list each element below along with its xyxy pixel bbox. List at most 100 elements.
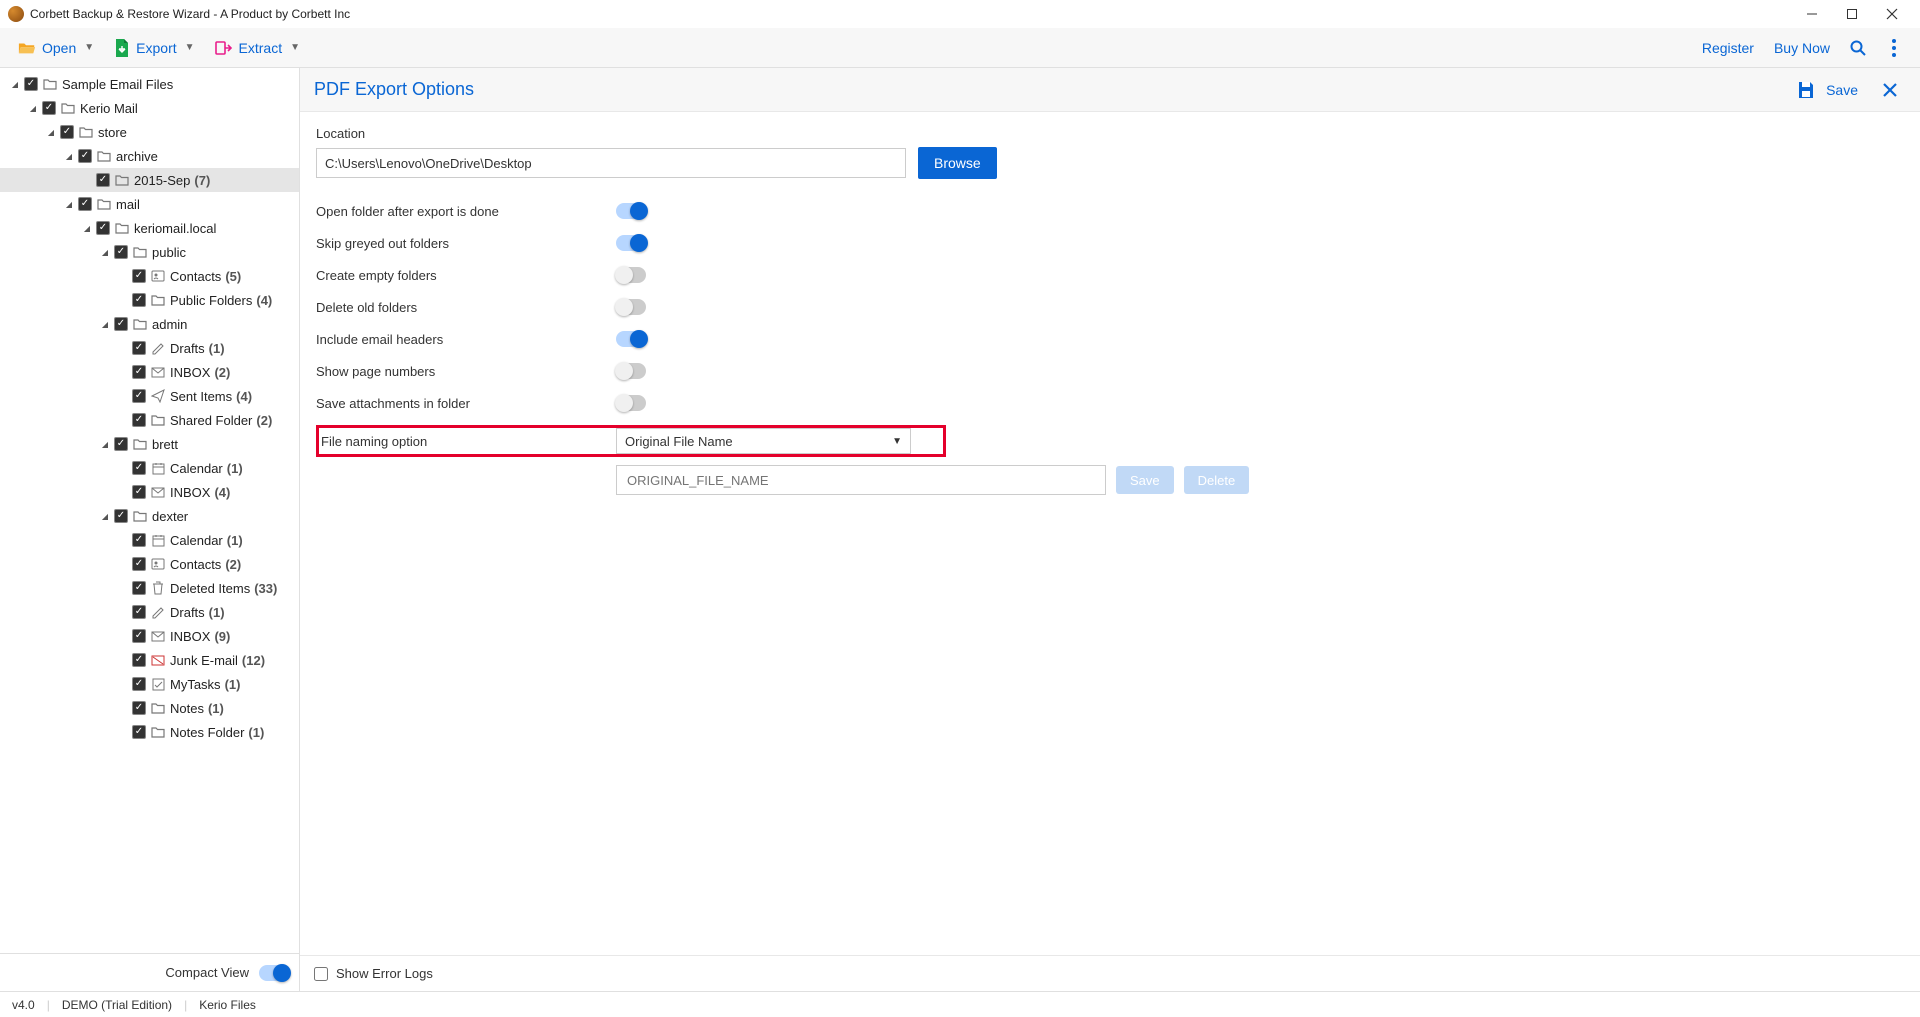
tree-node[interactable]: Drafts (1) bbox=[0, 600, 299, 624]
close-panel-icon[interactable] bbox=[1874, 74, 1906, 106]
filename-pattern-input[interactable] bbox=[616, 465, 1106, 495]
save-icon[interactable] bbox=[1790, 74, 1822, 106]
tree-checkbox[interactable] bbox=[132, 725, 146, 739]
collapse-icon[interactable]: ◢ bbox=[62, 200, 76, 209]
tree-checkbox[interactable] bbox=[114, 317, 128, 331]
browse-button[interactable]: Browse bbox=[918, 147, 997, 179]
tree-node[interactable]: ◢Kerio Mail bbox=[0, 96, 299, 120]
tree-node[interactable]: MyTasks (1) bbox=[0, 672, 299, 696]
tree-node[interactable]: Contacts (2) bbox=[0, 552, 299, 576]
tree-node[interactable]: ◢public bbox=[0, 240, 299, 264]
option-toggle-open-after[interactable] bbox=[616, 203, 646, 219]
tree-checkbox[interactable] bbox=[132, 341, 146, 355]
minimize-button[interactable] bbox=[1792, 0, 1832, 28]
tree-node[interactable]: INBOX (4) bbox=[0, 480, 299, 504]
tree-node[interactable]: Notes Folder (1) bbox=[0, 720, 299, 744]
tree-node[interactable]: Notes (1) bbox=[0, 696, 299, 720]
tree-checkbox[interactable] bbox=[132, 389, 146, 403]
tree-checkbox[interactable] bbox=[132, 629, 146, 643]
folder-tree[interactable]: ◢Sample Email Files◢Kerio Mail◢store◢arc… bbox=[0, 68, 299, 953]
location-input[interactable] bbox=[316, 148, 906, 178]
collapse-icon[interactable]: ◢ bbox=[26, 104, 40, 113]
pattern-delete-button[interactable]: Delete bbox=[1184, 466, 1250, 494]
collapse-icon[interactable]: ◢ bbox=[8, 80, 22, 89]
option-toggle-delete-old[interactable] bbox=[616, 299, 646, 315]
collapse-icon[interactable]: ◢ bbox=[44, 128, 58, 137]
compact-view-toggle[interactable] bbox=[259, 965, 289, 981]
folder-icon bbox=[150, 292, 166, 308]
tree-checkbox[interactable] bbox=[132, 701, 146, 715]
open-menu[interactable]: Open ▼ bbox=[8, 34, 104, 62]
collapse-icon[interactable]: ◢ bbox=[98, 512, 112, 521]
tree-checkbox[interactable] bbox=[60, 125, 74, 139]
search-icon[interactable] bbox=[1840, 30, 1876, 66]
tree-checkbox[interactable] bbox=[132, 557, 146, 571]
tree-label: Notes Folder bbox=[170, 725, 244, 740]
tree-checkbox[interactable] bbox=[132, 365, 146, 379]
tree-checkbox[interactable] bbox=[42, 101, 56, 115]
inbox-icon bbox=[150, 364, 166, 380]
tree-node[interactable]: Sent Items (4) bbox=[0, 384, 299, 408]
tree-node[interactable]: Junk E-mail (12) bbox=[0, 648, 299, 672]
register-link[interactable]: Register bbox=[1692, 34, 1764, 62]
tree-node[interactable]: Contacts (5) bbox=[0, 264, 299, 288]
collapse-icon[interactable]: ◢ bbox=[98, 248, 112, 257]
more-menu-icon[interactable] bbox=[1876, 30, 1912, 66]
tree-checkbox[interactable] bbox=[114, 437, 128, 451]
collapse-icon[interactable]: ◢ bbox=[98, 440, 112, 449]
tree-node[interactable]: ◢dexter bbox=[0, 504, 299, 528]
tree-node[interactable]: Drafts (1) bbox=[0, 336, 299, 360]
tree-checkbox[interactable] bbox=[132, 485, 146, 499]
tree-node[interactable]: INBOX (9) bbox=[0, 624, 299, 648]
file-naming-select[interactable]: Original File Name ▼ bbox=[616, 428, 911, 454]
tree-checkbox[interactable] bbox=[132, 269, 146, 283]
tree-checkbox[interactable] bbox=[132, 413, 146, 427]
tree-node[interactable]: ◢brett bbox=[0, 432, 299, 456]
tree-checkbox[interactable] bbox=[96, 221, 110, 235]
buy-now-link[interactable]: Buy Now bbox=[1764, 34, 1840, 62]
tree-node[interactable]: Calendar (1) bbox=[0, 528, 299, 552]
maximize-button[interactable] bbox=[1832, 0, 1872, 28]
option-toggle-attachments[interactable] bbox=[616, 395, 646, 411]
option-toggle-empty[interactable] bbox=[616, 267, 646, 283]
collapse-icon[interactable]: ◢ bbox=[98, 320, 112, 329]
option-toggle-page-nums[interactable] bbox=[616, 363, 646, 379]
tree-checkbox[interactable] bbox=[132, 677, 146, 691]
tree-node[interactable]: ◢mail bbox=[0, 192, 299, 216]
tree-node[interactable]: ◢Sample Email Files bbox=[0, 72, 299, 96]
tree-checkbox[interactable] bbox=[132, 293, 146, 307]
option-toggle-skip-grey[interactable] bbox=[616, 235, 646, 251]
export-menu[interactable]: Export ▼ bbox=[104, 33, 204, 63]
option-label: Delete old folders bbox=[316, 300, 616, 315]
tree-node[interactable]: Public Folders (4) bbox=[0, 288, 299, 312]
trash-icon bbox=[150, 580, 166, 596]
save-link[interactable]: Save bbox=[1826, 82, 1858, 98]
extract-menu[interactable]: Extract ▼ bbox=[205, 34, 310, 62]
tree-checkbox[interactable] bbox=[78, 197, 92, 211]
tree-checkbox[interactable] bbox=[132, 605, 146, 619]
tree-checkbox[interactable] bbox=[24, 77, 38, 91]
tree-node[interactable]: Shared Folder (2) bbox=[0, 408, 299, 432]
tree-checkbox[interactable] bbox=[132, 461, 146, 475]
tree-node[interactable]: 2015-Sep (7) bbox=[0, 168, 299, 192]
tree-node[interactable]: Deleted Items (33) bbox=[0, 576, 299, 600]
tree-node[interactable]: ◢keriomail.local bbox=[0, 216, 299, 240]
tree-checkbox[interactable] bbox=[96, 173, 110, 187]
close-button[interactable] bbox=[1872, 0, 1912, 28]
tree-node[interactable]: ◢admin bbox=[0, 312, 299, 336]
tree-checkbox[interactable] bbox=[114, 245, 128, 259]
show-error-logs-checkbox[interactable] bbox=[314, 967, 328, 981]
tree-checkbox[interactable] bbox=[132, 533, 146, 547]
tree-node[interactable]: ◢archive bbox=[0, 144, 299, 168]
pattern-save-button[interactable]: Save bbox=[1116, 466, 1174, 494]
tree-node[interactable]: ◢store bbox=[0, 120, 299, 144]
collapse-icon[interactable]: ◢ bbox=[80, 224, 94, 233]
tree-checkbox[interactable] bbox=[132, 653, 146, 667]
tree-node[interactable]: INBOX (2) bbox=[0, 360, 299, 384]
tree-checkbox[interactable] bbox=[78, 149, 92, 163]
tree-checkbox[interactable] bbox=[132, 581, 146, 595]
option-toggle-headers[interactable] bbox=[616, 331, 646, 347]
tree-node[interactable]: Calendar (1) bbox=[0, 456, 299, 480]
collapse-icon[interactable]: ◢ bbox=[62, 152, 76, 161]
tree-checkbox[interactable] bbox=[114, 509, 128, 523]
